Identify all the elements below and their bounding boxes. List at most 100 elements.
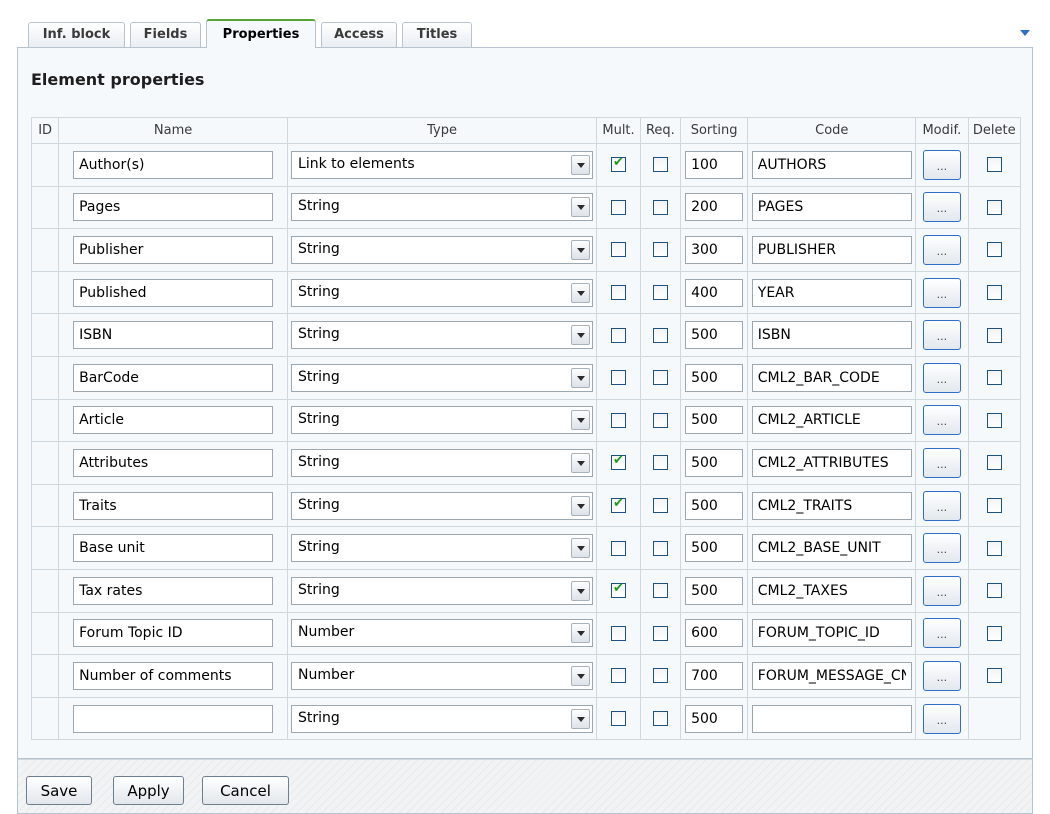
property-name-input[interactable] [73,193,274,222]
property-name-input[interactable] [73,150,274,179]
modify-button[interactable]: ... [922,320,961,351]
property-code-input[interactable] [751,619,912,648]
sorting-input[interactable] [685,534,744,563]
modify-button[interactable]: ... [922,490,961,521]
property-type-select[interactable]: String [291,363,594,392]
required-checkbox[interactable] [652,157,668,173]
multiple-checkbox[interactable] [611,668,626,684]
sorting-input[interactable] [685,193,744,222]
tab-titles[interactable]: Titles [402,22,472,48]
property-type-select[interactable]: String [291,704,594,733]
required-checkbox[interactable] [652,583,668,599]
property-type-select[interactable]: String [291,193,594,222]
multiple-checkbox[interactable] [611,155,626,173]
modify-button[interactable]: ... [922,277,961,308]
required-checkbox[interactable] [652,625,668,641]
multiple-checkbox[interactable] [611,327,626,343]
required-checkbox[interactable] [652,668,668,684]
property-name-input[interactable] [73,321,274,350]
required-checkbox[interactable] [652,370,668,386]
multiple-checkbox[interactable] [611,625,626,641]
delete-checkbox[interactable] [986,412,1002,428]
required-checkbox[interactable] [652,242,668,258]
save-button[interactable]: Save [26,776,92,805]
modify-button[interactable]: ... [922,618,961,649]
delete-checkbox[interactable] [986,242,1002,258]
delete-checkbox[interactable] [986,583,1002,599]
property-code-input[interactable] [751,491,912,520]
modify-button[interactable]: ... [922,192,961,223]
tab-properties[interactable]: Properties [206,19,316,48]
required-checkbox[interactable] [652,285,668,301]
modify-button[interactable]: ... [922,149,961,180]
required-checkbox[interactable] [652,412,668,428]
property-name-input[interactable] [73,491,274,520]
property-type-select[interactable]: Link to elements [291,150,594,179]
sorting-input[interactable] [685,576,744,605]
required-checkbox[interactable] [652,540,668,556]
modify-button[interactable]: ... [922,362,961,393]
property-code-input[interactable] [751,661,912,690]
multiple-checkbox[interactable] [611,412,626,428]
modify-button[interactable]: ... [922,234,961,265]
property-code-input[interactable] [751,278,912,307]
delete-checkbox[interactable] [986,157,1002,173]
property-name-input[interactable] [73,278,274,307]
property-name-input[interactable] [73,363,274,392]
modify-button[interactable]: ... [922,575,961,606]
property-type-select[interactable]: String [291,534,594,563]
delete-checkbox[interactable] [986,498,1002,514]
property-code-input[interactable] [751,193,912,222]
property-code-input[interactable] [751,448,912,477]
apply-button[interactable]: Apply [113,776,184,805]
multiple-checkbox[interactable] [611,581,626,599]
property-name-input[interactable] [73,235,274,264]
multiple-checkbox[interactable] [611,496,626,514]
tab-inf-block[interactable]: Inf. block [28,22,125,48]
property-name-input[interactable] [73,661,274,690]
tab-access[interactable]: Access [321,22,397,48]
tab-fields[interactable]: Fields [130,22,201,48]
required-checkbox[interactable] [652,455,668,471]
property-type-select[interactable]: String [291,448,594,477]
multiple-checkbox[interactable] [611,711,626,727]
delete-checkbox[interactable] [986,455,1002,471]
delete-checkbox[interactable] [986,199,1002,215]
sorting-input[interactable] [685,235,744,264]
multiple-checkbox[interactable] [611,453,626,471]
multiple-checkbox[interactable] [611,370,626,386]
delete-checkbox[interactable] [986,370,1002,386]
required-checkbox[interactable] [652,711,668,727]
property-name-input[interactable] [73,534,274,563]
tabs-menu-arrow-icon[interactable] [1020,30,1030,36]
property-code-input[interactable] [751,235,912,264]
property-type-select[interactable]: Number [291,619,594,648]
delete-checkbox[interactable] [986,327,1002,343]
property-name-input[interactable] [73,448,274,477]
delete-checkbox[interactable] [986,285,1002,301]
property-code-input[interactable] [751,704,912,733]
delete-checkbox[interactable] [986,540,1002,556]
required-checkbox[interactable] [652,498,668,514]
property-name-input[interactable] [73,704,274,733]
property-type-select[interactable]: String [291,321,594,350]
modify-button[interactable]: ... [922,660,961,691]
sorting-input[interactable] [685,704,744,733]
property-type-select[interactable]: Number [291,661,594,690]
sorting-input[interactable] [685,491,744,520]
sorting-input[interactable] [685,619,744,648]
property-type-select[interactable]: String [291,491,594,520]
multiple-checkbox[interactable] [611,242,626,258]
sorting-input[interactable] [685,661,744,690]
required-checkbox[interactable] [652,199,668,215]
required-checkbox[interactable] [652,327,668,343]
multiple-checkbox[interactable] [611,540,626,556]
property-code-input[interactable] [751,534,912,563]
delete-checkbox[interactable] [986,668,1002,684]
property-code-input[interactable] [751,150,912,179]
modify-button[interactable]: ... [922,533,961,564]
property-name-input[interactable] [73,406,274,435]
property-type-select[interactable]: String [291,235,594,264]
multiple-checkbox[interactable] [611,199,626,215]
property-code-input[interactable] [751,363,912,392]
